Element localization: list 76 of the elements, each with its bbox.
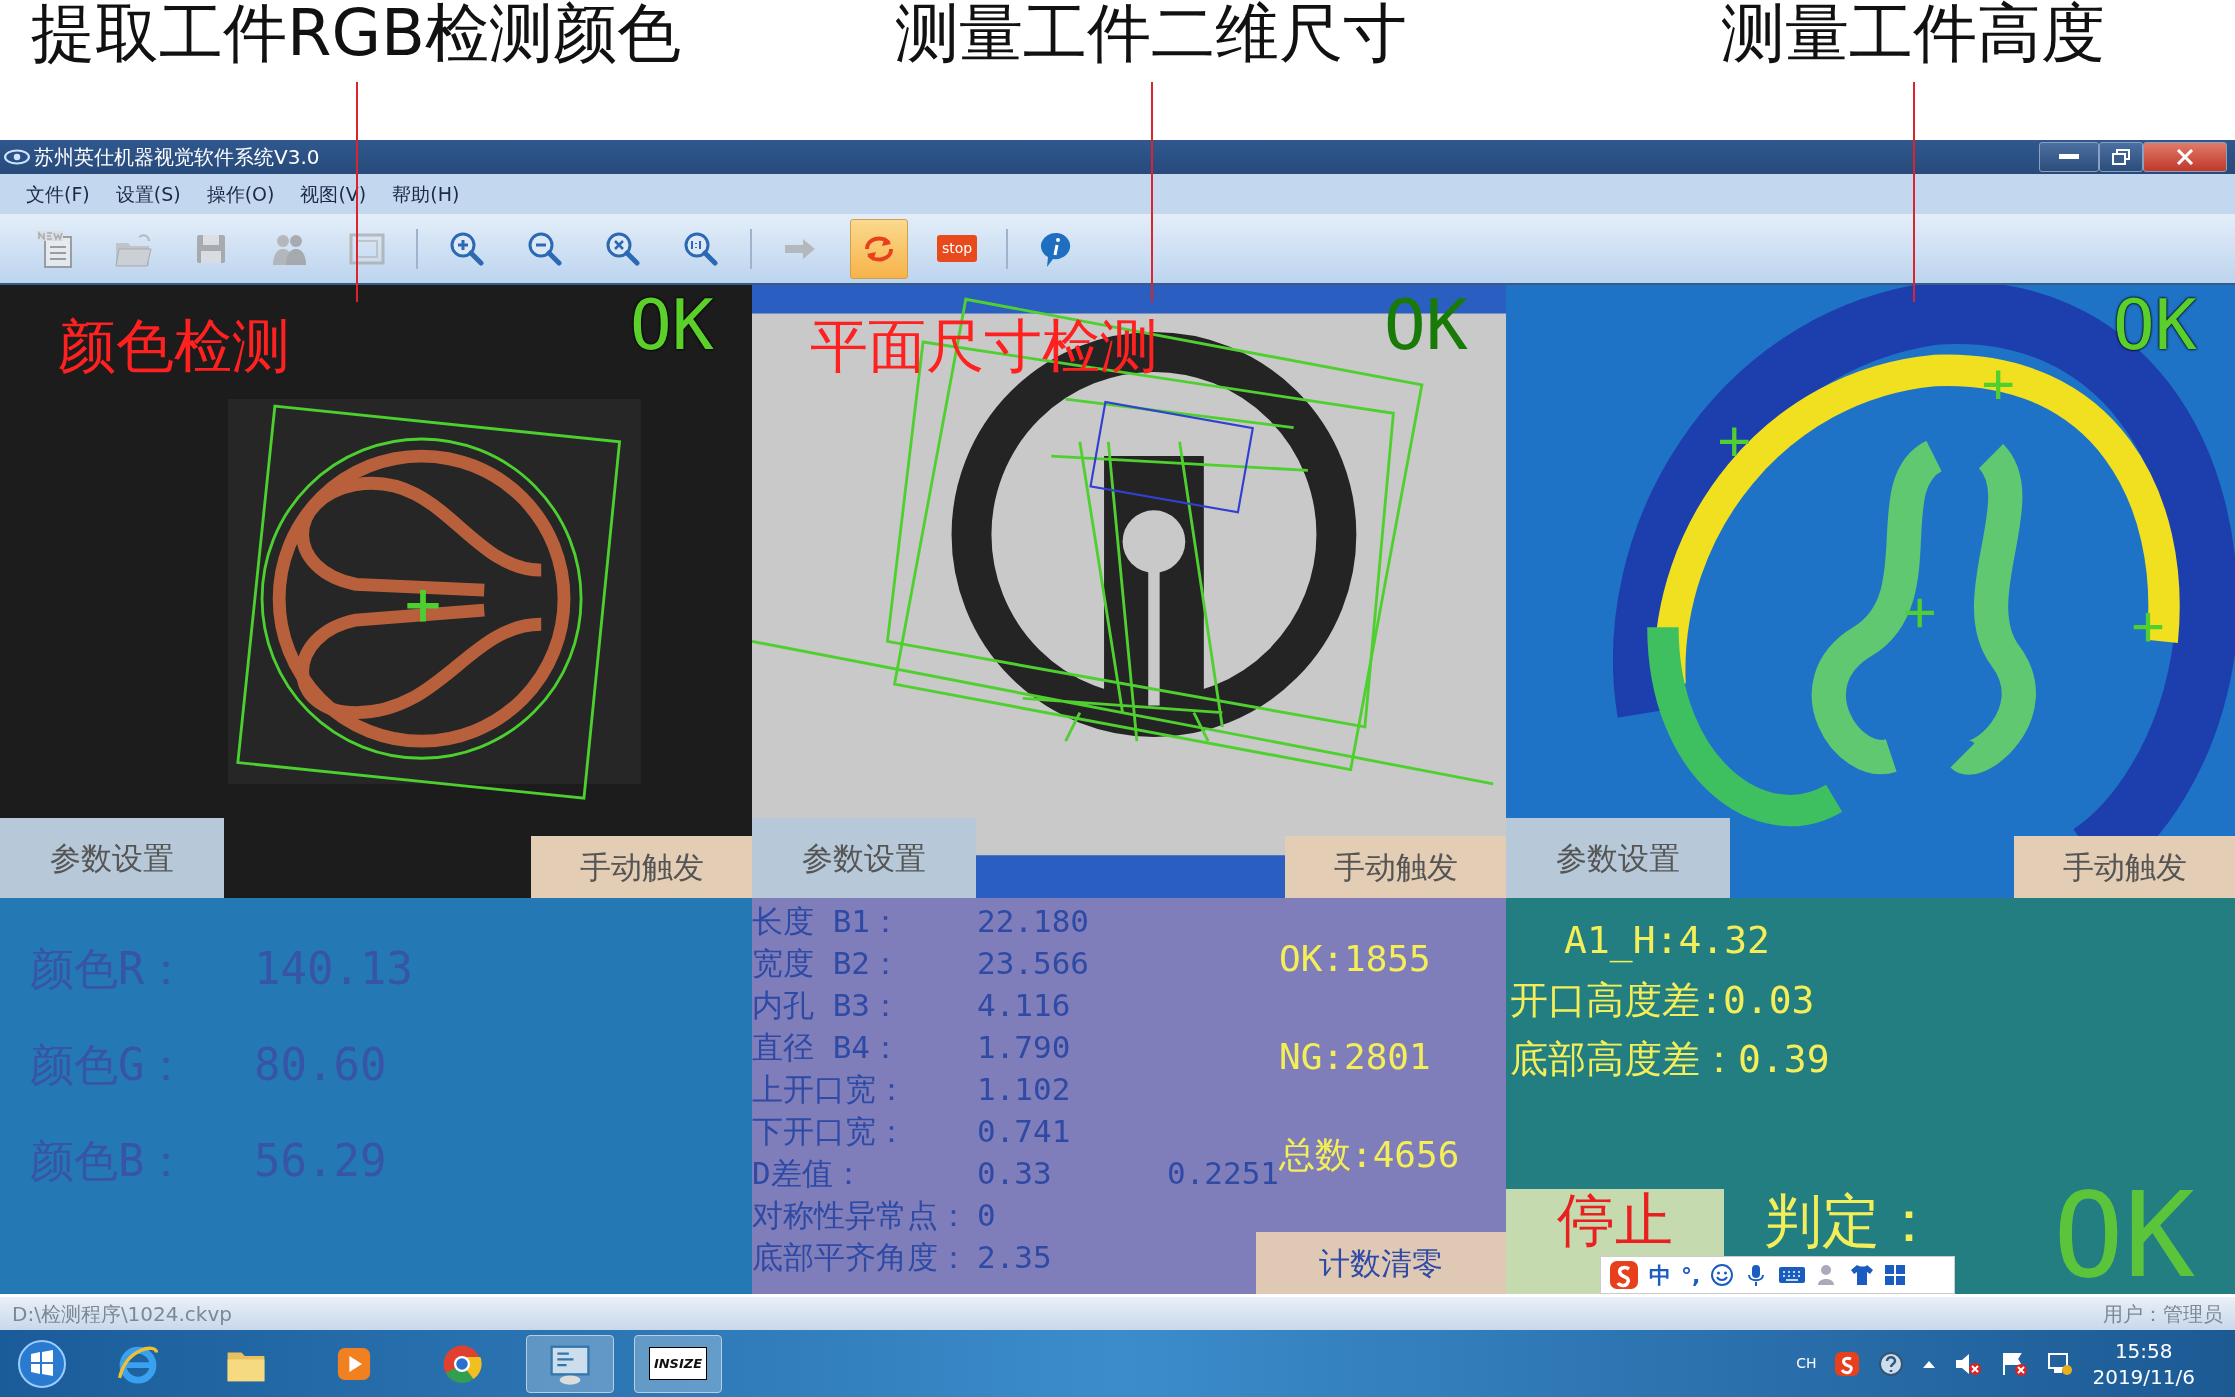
readout-value: 2.35: [977, 1238, 1053, 1277]
readout-value: 4.116: [977, 986, 1072, 1025]
callout-label: 测量工件二维尺寸: [895, 0, 1407, 68]
toolbar-button[interactable]: [850, 218, 908, 279]
window-title: 苏州英仕机器视觉软件系统V3.0: [34, 144, 320, 171]
readout-label: 直径 B4：: [752, 1028, 902, 1067]
network-icon[interactable]: [2046, 1350, 2075, 1377]
menu-item[interactable]: 设置(S): [115, 179, 181, 209]
callout-label: 测量工件高度: [1720, 0, 2105, 68]
callout-label: 提取工件RGB检测颜色: [31, 0, 681, 68]
new-document-icon: [35, 228, 75, 269]
file-path: D:\检测程序\1024.ckvp: [12, 1300, 232, 1328]
logo-icon[interactable]: [1834, 1350, 1861, 1377]
eye-icon: [4, 148, 30, 166]
clock[interactable]: 15:58 2019/11/6: [2092, 1337, 2195, 1390]
readout-text: 开口高度差:0.03: [1510, 977, 1816, 1024]
count-label: 总数:4656: [1279, 1133, 1461, 1177]
clock-time: 15:58: [2114, 1337, 2173, 1364]
verdict-label: 判定：: [1764, 1192, 1938, 1250]
menu-item[interactable]: 帮助(H): [392, 179, 460, 209]
clock-date: 2019/11/6: [2092, 1363, 2195, 1390]
readout-label: 宽度 B2：: [752, 944, 902, 983]
flag-icon[interactable]: [2000, 1350, 2029, 1377]
trigger-button[interactable]: 手动触发: [531, 836, 752, 898]
readout-value: 1.102: [977, 1070, 1072, 1109]
stop-button[interactable]: stop: [928, 218, 986, 279]
logo-text: INSIZE: [648, 1346, 708, 1381]
minimize-icon: [2059, 154, 2079, 160]
minimize-button[interactable]: [2039, 142, 2099, 172]
settings-button[interactable]: 参数设置: [0, 818, 224, 898]
trigger-button[interactable]: 手动触发: [1285, 836, 1506, 898]
punctuation-label: °,: [1681, 1261, 1701, 1290]
readout-label: 下开口宽：: [752, 1112, 908, 1151]
settings-button[interactable]: 参数设置: [1506, 818, 1730, 898]
readout-label: D差值：: [752, 1154, 865, 1193]
close-icon: [2176, 149, 2194, 165]
language-indicator[interactable]: CH: [1796, 1353, 1817, 1374]
verdict-result: OK: [2052, 1176, 2195, 1294]
close-button[interactable]: [2143, 142, 2227, 172]
readout-value: 23.566: [977, 944, 1090, 983]
result-status: OK: [2112, 287, 2197, 364]
readout-value: 22.180: [977, 902, 1090, 941]
grid-icon: [1884, 1264, 1907, 1286]
taskbar-app[interactable]: INSIZE: [634, 1334, 722, 1393]
result-status: OK: [629, 287, 714, 364]
menu-item[interactable]: 文件(F): [26, 179, 90, 209]
smiley-icon: [1710, 1263, 1735, 1287]
inspection-title: 颜色检测: [58, 315, 290, 379]
help-icon[interactable]: [1878, 1350, 1905, 1377]
readout-value: 0: [977, 1196, 997, 1235]
readout-text: A1_H:4.32: [1563, 918, 1771, 964]
reset-count-button[interactable]: 计数清零: [1256, 1232, 1506, 1294]
readout-value: 0.2251: [1167, 1154, 1279, 1193]
menu-item[interactable]: 操作(O): [206, 179, 275, 209]
count-label: OK:1855: [1279, 937, 1432, 981]
settings-button[interactable]: 参数设置: [752, 818, 976, 898]
readout-label: 对称性异常点：: [752, 1196, 970, 1235]
readout-value: 1.790: [977, 1028, 1072, 1067]
input-mode-label: 中: [1649, 1261, 1671, 1290]
user-label: 用户：管理员: [2103, 1300, 2223, 1328]
taskbar-app[interactable]: [526, 1334, 614, 1393]
trigger-button[interactable]: 手动触发: [2014, 836, 2235, 898]
readout-label: 上开口宽：: [752, 1070, 908, 1109]
keyboard-icon: [1778, 1265, 1807, 1285]
readout-value: 0.741: [977, 1112, 1072, 1151]
readout-value: 0.33: [977, 1154, 1053, 1193]
readout-label: 长度 B1：: [752, 902, 902, 941]
readout-label: 内孔 B3：: [752, 986, 902, 1025]
restore-icon: [2112, 149, 2130, 165]
readout-label: 底部平齐角度：: [752, 1238, 970, 1277]
shirt-icon: [1850, 1263, 1875, 1287]
maximize-button[interactable]: [2099, 142, 2143, 172]
readout-text: 底部高度差：0.39: [1510, 1037, 1831, 1083]
logo-icon: [1609, 1260, 1639, 1290]
windows-logo-icon: [17, 1338, 67, 1389]
count-label: NG:2801: [1279, 1035, 1432, 1079]
